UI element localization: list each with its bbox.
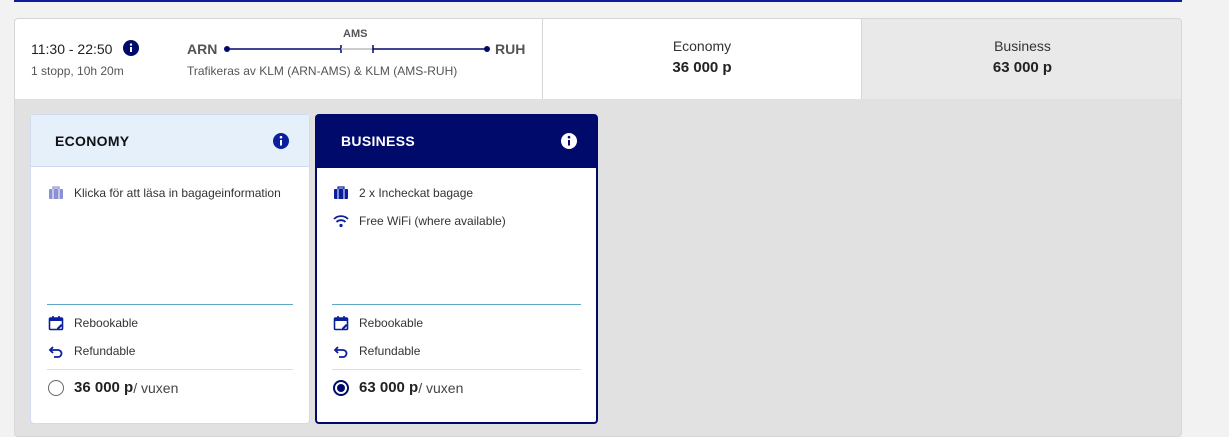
divider: [47, 304, 293, 305]
fare-tab-label: Business: [994, 38, 1051, 54]
flight-card: 11:30 - 22:50 1 stopp, 10h 20m ARN AMS R…: [14, 18, 1182, 437]
stopover-code: AMS: [343, 28, 368, 40]
flight-header: 11:30 - 22:50 1 stopp, 10h 20m ARN AMS R…: [15, 19, 1181, 99]
flight-summary[interactable]: 11:30 - 22:50 1 stopp, 10h 20m ARN AMS R…: [15, 19, 543, 99]
luggage-icon: [334, 186, 348, 199]
business-option-card[interactable]: BUSINESS 2 x Incheckat bagage Free WiFi …: [315, 114, 598, 424]
business-card-header: BUSINESS: [317, 116, 596, 168]
economy-card-header: ECONOMY: [31, 115, 309, 167]
info-icon[interactable]: [272, 132, 290, 150]
calendar-edit-icon: [48, 316, 64, 331]
origin-code: ARN: [187, 41, 218, 57]
rebookable-item: Rebookable: [48, 313, 138, 333]
feature-text: Rebookable: [359, 316, 424, 330]
operated-by: Trafikeras av KLM (ARN-AMS) & KLM (AMS-R…: [187, 64, 458, 78]
price-value: 36 000 p: [74, 379, 134, 396]
economy-price-select[interactable]: 36 000 p / vuxen: [48, 379, 178, 396]
refundable-item: Refundable: [48, 341, 135, 361]
wifi-item: Free WiFi (where available): [333, 211, 506, 231]
price-value: 63 000 p: [359, 379, 419, 396]
refundable-item: Refundable: [333, 341, 420, 361]
feature-text: Rebookable: [74, 316, 139, 330]
divider: [332, 304, 581, 305]
feature-text: Klicka för att läsa in bagageinformation: [74, 186, 281, 200]
economy-card-title: ECONOMY: [55, 133, 130, 149]
fare-tab-economy[interactable]: Economy 36 000 p: [543, 19, 862, 99]
calendar-edit-icon: [333, 316, 349, 331]
business-radio-selected[interactable]: [333, 379, 349, 396]
undo-arrow-icon: [48, 346, 63, 358]
price-unit: / vuxen: [133, 379, 179, 396]
fare-tab-price: 36 000 p: [672, 59, 732, 76]
flight-time: 11:30 - 22:50: [31, 41, 113, 57]
info-icon[interactable]: [560, 132, 578, 150]
economy-radio[interactable]: [48, 379, 64, 396]
divider: [47, 369, 293, 370]
fare-tab-label: Economy: [672, 38, 732, 54]
rebookable-item: Rebookable: [333, 313, 423, 333]
feature-text: 2 x Incheckat bagage: [359, 186, 474, 200]
fare-tab-price: 63 000 p: [992, 59, 1053, 76]
baggage-info-link[interactable]: Klicka för att läsa in bagageinformation: [48, 183, 281, 203]
economy-option-card[interactable]: ECONOMY Klicka för att läsa in bagageinf…: [30, 114, 310, 424]
info-icon[interactable]: [123, 40, 139, 56]
business-card-title: BUSINESS: [341, 133, 415, 149]
price-unit: / vuxen: [418, 379, 464, 396]
undo-arrow-icon: [333, 346, 348, 358]
divider: [332, 369, 581, 370]
feature-text: Free WiFi (where available): [359, 214, 506, 228]
destination-code: RUH: [495, 41, 526, 57]
wifi-icon: [333, 215, 349, 228]
feature-text: Refundable: [359, 344, 421, 358]
flight-duration: 1 stopp, 10h 20m: [31, 64, 124, 78]
luggage-icon: [49, 186, 63, 199]
feature-text: Refundable: [74, 344, 136, 358]
business-price-select[interactable]: 63 000 p / vuxen: [333, 379, 463, 396]
baggage-item: 2 x Incheckat bagage: [333, 183, 473, 203]
top-accent-line: [14, 0, 1182, 2]
fare-tab-business[interactable]: Business 63 000 p: [862, 19, 1181, 99]
